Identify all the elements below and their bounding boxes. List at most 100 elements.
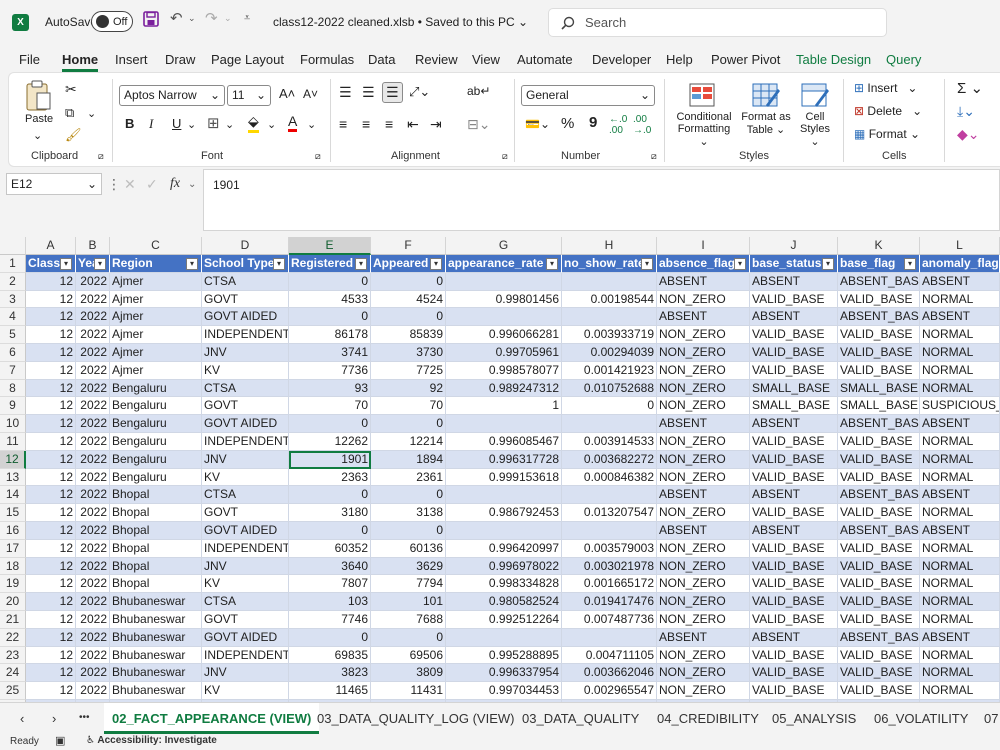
table-cell[interactable]: NORMAL [920, 611, 1000, 629]
autosum-icon[interactable]: Σ ⌄ [957, 79, 983, 97]
tab-draw[interactable]: Draw [165, 52, 195, 67]
table-cell[interactable]: VALID_BASE [750, 557, 838, 576]
row-header[interactable]: 17 [0, 539, 26, 558]
customize-qat-icon[interactable]: ⩡ [244, 12, 250, 25]
table-cell[interactable]: NON_ZERO [657, 646, 750, 665]
row-header[interactable]: 7 [0, 361, 26, 380]
sheet-tab-data-quality[interactable]: 03_DATA_QUALITY [522, 711, 639, 726]
table-cell[interactable]: ABSENT_BASE [838, 486, 920, 505]
table-cell[interactable]: VALID_BASE [838, 433, 920, 451]
table-cell[interactable]: ABSENT [657, 308, 750, 327]
table-cell[interactable]: 0 [371, 415, 446, 433]
table-cell[interactable]: 12 [26, 504, 76, 522]
table-cell[interactable]: ABSENT [920, 308, 1000, 327]
table-cell[interactable]: VALID_BASE [838, 593, 920, 611]
column-header-g[interactable]: G [446, 237, 562, 255]
table-cell[interactable]: 3640 [289, 557, 371, 576]
table-cell[interactable]: CTSA [202, 486, 289, 505]
font-size-dropdown[interactable]: 11 ⌄ [227, 85, 271, 106]
filter-dropdown-icon[interactable]: ▾ [273, 258, 285, 270]
table-cell[interactable]: NON_ZERO [657, 682, 750, 700]
increase-indent-icon[interactable]: ⇥ [430, 116, 442, 133]
table-cell[interactable]: NORMAL [920, 433, 1000, 451]
row-header[interactable]: 24 [0, 664, 26, 683]
table-cell[interactable]: VALID_BASE [750, 664, 838, 683]
table-cell[interactable]: ABSENT [657, 415, 750, 433]
row-header[interactable]: 16 [0, 522, 26, 540]
table-cell[interactable]: 12 [26, 433, 76, 451]
table-cell[interactable]: ABSENT [920, 628, 1000, 647]
table-cell[interactable]: 0.996978022 [446, 557, 562, 576]
sheet-tab-fact-appearance[interactable]: 02_FACT_APPEARANCE (VIEW) [104, 703, 320, 734]
tab-data[interactable]: Data [368, 52, 395, 67]
table-cell[interactable] [446, 415, 562, 433]
row-header[interactable]: 8 [0, 379, 26, 398]
table-cell[interactable]: VALID_BASE [750, 504, 838, 522]
table-cell[interactable]: Bengaluru [110, 450, 202, 469]
table-cell[interactable]: 0.007487736 [562, 611, 657, 629]
table-cell[interactable]: VALID_BASE [750, 361, 838, 380]
table-cell[interactable]: SMALL_BASE [838, 397, 920, 416]
row-header[interactable]: 20 [0, 593, 26, 611]
format-painter-icon[interactable]: 🖌 [65, 127, 82, 143]
table-cell[interactable]: 69506 [371, 646, 446, 665]
fill-color-icon[interactable]: ⬙ [248, 113, 259, 133]
tab-query[interactable]: Query [886, 52, 921, 67]
table-cell[interactable]: KV [202, 682, 289, 700]
table-cell[interactable]: 0.001421923 [562, 361, 657, 380]
table-cell[interactable]: VALID_BASE [750, 344, 838, 362]
table-cell[interactable]: VALID_BASE [750, 468, 838, 487]
table-cell[interactable]: NON_ZERO [657, 379, 750, 398]
column-header-a[interactable]: A [26, 237, 76, 255]
table-cell[interactable]: VALID_BASE [750, 450, 838, 469]
bold-button[interactable]: B [125, 116, 134, 131]
table-cell[interactable]: 0.980582524 [446, 593, 562, 611]
table-cell[interactable]: 0.996420997 [446, 539, 562, 558]
table-cell[interactable]: 0.99801456 [446, 290, 562, 309]
table-header-col-g[interactable]: appearance_rate ▾ [446, 255, 562, 273]
filter-dropdown-icon[interactable]: ▾ [355, 258, 367, 270]
tab-formulas[interactable]: Formulas [300, 52, 354, 67]
table-cell[interactable]: 3823 [289, 664, 371, 683]
table-cell[interactable]: Bengaluru [110, 468, 202, 487]
table-cell[interactable]: ABSENT [657, 522, 750, 540]
clipboard-launcher-icon[interactable]: ⧄ [98, 151, 104, 162]
table-cell[interactable]: Bhopal [110, 557, 202, 576]
table-cell[interactable] [562, 486, 657, 505]
table-cell[interactable]: ABSENT [657, 486, 750, 505]
table-cell[interactable]: 0 [289, 628, 371, 647]
table-header-col-j[interactable]: base_status ▾ [750, 255, 838, 273]
column-header-k[interactable]: K [838, 237, 920, 255]
row-header[interactable]: 15 [0, 504, 26, 522]
spreadsheet-grid[interactable]: A B C D E F G H I J K L 1 2 3 4 5 6 7 8 9 10 11 12 13 14 15 16 17 18 1… [0, 237, 1000, 702]
row-header[interactable]: 12 [0, 450, 26, 469]
cancel-icon[interactable]: ✕ [124, 176, 136, 193]
table-cell[interactable]: 0.996085467 [446, 433, 562, 451]
table-cell[interactable]: ABSENT [750, 522, 838, 540]
filter-dropdown-icon[interactable]: ▾ [546, 258, 558, 270]
table-cell[interactable]: 12 [26, 664, 76, 683]
table-cell[interactable]: 12214 [371, 433, 446, 451]
copy-icon[interactable]: ⧉ [65, 105, 74, 121]
table-cell[interactable]: VALID_BASE [838, 344, 920, 362]
table-cell[interactable]: 7746 [289, 611, 371, 629]
table-cell[interactable]: Bhubaneswar [110, 593, 202, 611]
table-cell[interactable]: VALID_BASE [838, 557, 920, 576]
table-cell[interactable]: JNV [202, 664, 289, 683]
table-cell[interactable]: 0.998578077 [446, 361, 562, 380]
table-cell[interactable]: 0 [289, 486, 371, 505]
autosave-toggle[interactable]: Off [91, 11, 133, 32]
table-cell[interactable]: ABSENT [657, 272, 750, 291]
filter-dropdown-icon[interactable]: ▾ [904, 258, 916, 270]
table-cell[interactable]: VALID_BASE [838, 468, 920, 487]
table-cell[interactable]: 12 [26, 450, 76, 469]
table-cell[interactable]: 11431 [371, 682, 446, 700]
row-header[interactable]: 1 [0, 255, 26, 273]
align-left-icon[interactable]: ≡ [339, 116, 347, 132]
table-cell[interactable]: 0 [371, 628, 446, 647]
table-cell[interactable]: 1 [446, 397, 562, 416]
table-cell[interactable]: 7807 [289, 575, 371, 594]
table-cell[interactable]: 2361 [371, 468, 446, 487]
table-cell[interactable]: ABSENT [920, 486, 1000, 505]
table-cell[interactable]: 93 [289, 379, 371, 398]
